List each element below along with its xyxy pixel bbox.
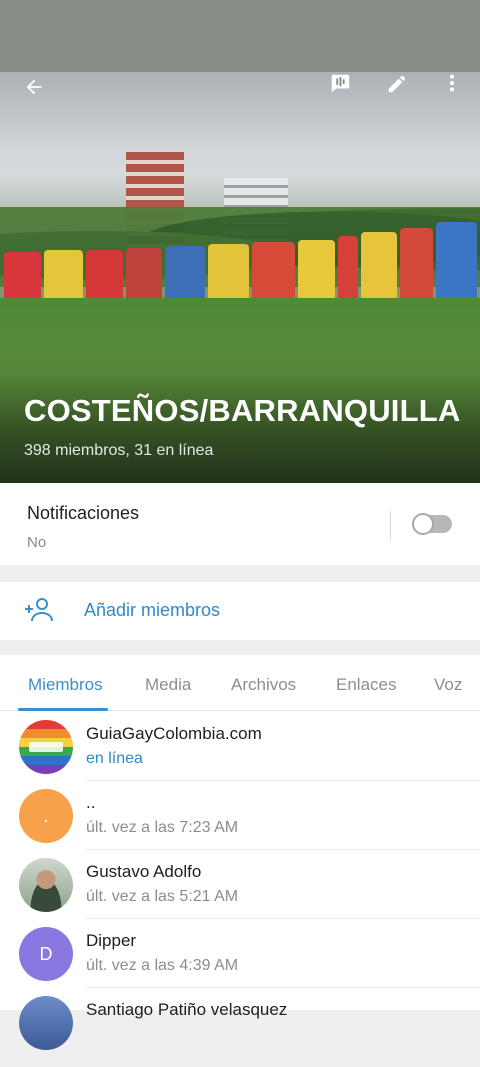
avatar: D — [19, 927, 73, 981]
add-members-label: Añadir miembros — [84, 600, 221, 620]
member-row[interactable]: GuiaGayColombia.com en línea — [0, 712, 480, 781]
voice-chat-icon[interactable] — [329, 72, 351, 94]
member-row[interactable]: D Dipper últ. vez a las 4:39 AM — [0, 919, 480, 988]
member-row[interactable]: Santiago Patiño velasquez — [0, 988, 480, 1057]
add-user-icon — [25, 598, 53, 622]
more-vertical-icon[interactable] — [444, 72, 460, 94]
avatar — [19, 858, 73, 912]
add-members-button[interactable]: Añadir miembros — [0, 582, 480, 640]
back-arrow-icon[interactable] — [22, 76, 46, 98]
group-member-count: 398 miembros, 31 en línea — [24, 442, 214, 459]
member-row[interactable]: Gustavo Adolfo últ. vez a las 5:21 AM — [0, 850, 480, 919]
avatar — [19, 720, 73, 774]
active-tab-indicator — [18, 708, 108, 711]
avatar — [19, 996, 73, 1050]
toggle-knob — [412, 513, 434, 535]
avatar: . — [19, 789, 73, 843]
members-panel: Miembros Media Archivos Enlaces Voz Guia… — [0, 655, 480, 1050]
member-status: últ. vez a las 7:23 AM — [86, 819, 239, 836]
edit-pencil-icon[interactable] — [386, 73, 408, 95]
divider — [390, 511, 391, 539]
tab-miembros[interactable]: Miembros — [28, 675, 103, 695]
member-name: GuiaGayColombia.com — [86, 724, 262, 743]
member-status: en línea — [86, 750, 143, 767]
avatar-initial: . — [43, 805, 49, 826]
tab-media[interactable]: Media — [145, 675, 191, 695]
member-name: Santiago Patiño velasquez — [86, 1000, 288, 1019]
tab-archivos[interactable]: Archivos — [231, 675, 296, 695]
notifications-row[interactable]: Notificaciones No — [0, 483, 480, 565]
member-name: .. — [86, 793, 96, 812]
member-name: Dipper — [86, 931, 137, 950]
member-status: últ. vez a las 5:21 AM — [86, 888, 239, 905]
status-bar — [0, 0, 480, 72]
notifications-toggle[interactable] — [412, 513, 452, 535]
tab-enlaces[interactable]: Enlaces — [336, 675, 396, 695]
member-status: últ. vez a las 4:39 AM — [86, 957, 239, 974]
notifications-value: No — [27, 534, 47, 551]
avatar-initial: D — [39, 943, 53, 964]
group-name: COSTEÑOS/BARRANQUILLA — [24, 393, 461, 428]
tab-bar: Miembros Media Archivos Enlaces Voz — [0, 655, 480, 711]
member-name: Gustavo Adolfo — [86, 862, 202, 881]
member-row[interactable]: . .. últ. vez a las 7:23 AM — [0, 781, 480, 850]
tab-voz[interactable]: Voz — [434, 675, 462, 695]
notifications-label: Notificaciones — [27, 503, 140, 523]
